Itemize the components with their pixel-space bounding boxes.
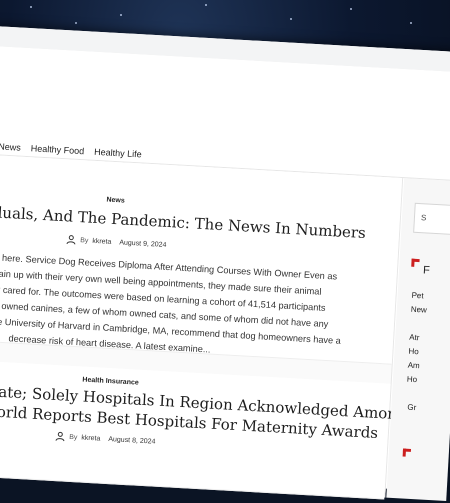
star — [120, 14, 122, 16]
post-meta: By kkreta August 8, 2024 — [55, 431, 156, 447]
post-category[interactable]: News — [106, 197, 125, 205]
post-category[interactable]: Health Insurance — [82, 376, 139, 386]
nav-item-healthy-life[interactable]: Healthy Life — [94, 147, 142, 160]
post-author[interactable]: kkreta — [81, 434, 100, 442]
sidebar-post-link[interactable]: Gr — [407, 401, 417, 415]
star — [30, 6, 32, 8]
star — [205, 4, 207, 6]
post-excerpt: s Info here. Service Dog Receives Diplom… — [0, 248, 345, 364]
main-content: News viduals, And The Pandemic: The News… — [0, 154, 438, 500]
by-label: By — [68, 433, 78, 441]
star — [290, 18, 292, 20]
post-card: News viduals, And The Pandemic: The News… — [0, 154, 403, 365]
post-author[interactable]: kkreta — [92, 237, 111, 245]
sidebar-post-link[interactable]: Ho — [407, 373, 418, 388]
star — [350, 8, 352, 10]
sidebar-post-link[interactable]: Pet — [411, 289, 424, 304]
search-input[interactable]: S — [413, 202, 450, 236]
post-date[interactable]: August 8, 2024 — [108, 436, 155, 446]
browser-screen: fo alth News Healthy Food Healthy Life N… — [0, 26, 450, 501]
nav-item-healthy-food[interactable]: Healthy Food — [30, 143, 84, 156]
post-date[interactable]: August 9, 2024 — [119, 239, 166, 249]
user-icon — [66, 235, 76, 245]
widget-accent-icon — [411, 258, 420, 268]
by-label: By — [79, 236, 89, 245]
user-icon — [55, 431, 65, 442]
sidebar-post-link[interactable]: New — [410, 303, 427, 318]
sidebar-post-link[interactable]: Atr — [409, 331, 420, 346]
nav-item-health-news[interactable]: alth News — [0, 140, 21, 152]
star — [75, 22, 77, 24]
post-title[interactable]: viduals, And The Pandemic: The News In N… — [0, 203, 366, 243]
sidebar-post-link[interactable]: Ho — [408, 345, 419, 360]
post-meta: By kkreta August 9, 2024 — [66, 234, 167, 250]
post-card: Health Insurance s State; Solely Hospita… — [0, 360, 438, 500]
widget-title: F — [422, 264, 431, 277]
sidebar-post-link[interactable]: Am — [407, 359, 420, 374]
star — [410, 22, 412, 24]
